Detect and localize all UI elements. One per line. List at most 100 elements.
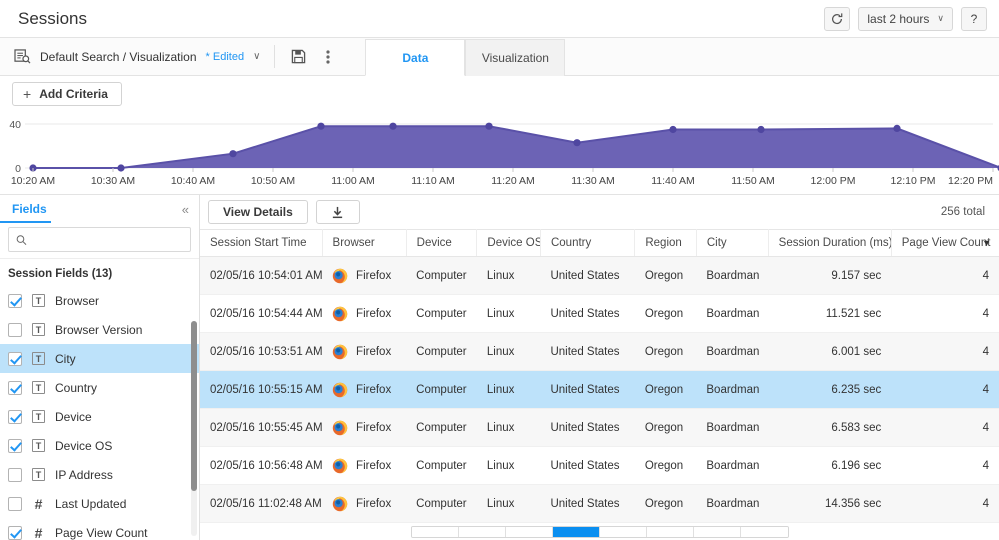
x-axis-tick-label: 10:50 AM: [251, 175, 295, 187]
field-row[interactable]: # Page View Count: [0, 518, 199, 540]
field-row[interactable]: T Country: [0, 373, 199, 402]
column-header[interactable]: Session Start Time: [200, 229, 323, 257]
table-row[interactable]: 02/05/16 10:54:44 AM Firefox Computer Linux…: [200, 294, 999, 333]
collapse-left-icon[interactable]: «: [182, 203, 189, 216]
table-row[interactable]: 02/05/16 10:55:15 AM Firefox Computer Linux…: [200, 370, 999, 409]
cell-city: Boardman: [696, 370, 769, 409]
more-options-button[interactable]: [315, 44, 341, 70]
chevron-down-icon[interactable]: ∨: [253, 51, 260, 62]
download-icon: [333, 206, 343, 218]
tab-data[interactable]: Data: [365, 39, 466, 76]
cell-region: Oregon: [634, 256, 697, 295]
refresh-button[interactable]: [824, 6, 851, 31]
browser-label: Firefox: [356, 383, 392, 396]
help-button[interactable]: ?: [961, 6, 987, 31]
field-row[interactable]: T Device: [0, 402, 199, 431]
field-checkbox[interactable]: [8, 409, 22, 424]
chart-data-point: [757, 125, 765, 134]
field-row[interactable]: T Browser: [0, 286, 199, 315]
field-row[interactable]: T IP Address: [0, 460, 199, 489]
field-checkbox[interactable]: [8, 351, 22, 366]
view-tabs: Data Visualization: [365, 38, 566, 76]
column-header[interactable]: Browser: [322, 229, 407, 257]
pagination-cell[interactable]: [740, 527, 788, 537]
x-axis-tick-label: 11:30 AM: [571, 175, 615, 187]
sessions-timeline-chart[interactable]: 0 40 10:20 AM 10:30 AM 10:40 AM 10:50 AM 11:00…: [0, 112, 999, 194]
cell-start: 02/05/16 10:55:45 AM: [200, 408, 323, 447]
criteria-bar: + Add Criteria: [0, 76, 999, 112]
field-checkbox[interactable]: [8, 293, 22, 308]
field-row[interactable]: T City: [0, 344, 199, 373]
save-icon: [291, 49, 306, 64]
x-axis-tick-label: 11:20 AM: [491, 175, 535, 187]
field-row[interactable]: # Last Updated: [0, 489, 199, 518]
cell-device: Computer: [406, 446, 477, 485]
add-criteria-label: Add Criteria: [39, 87, 108, 101]
table-row[interactable]: 02/05/16 10:53:51 AM Firefox Computer Linux…: [200, 332, 999, 371]
cell-os: Linux: [476, 256, 541, 295]
total-count: 256 total: [940, 206, 985, 218]
time-range-label: last 2 hours: [867, 11, 930, 26]
cell-views: 4: [891, 370, 999, 409]
browser-label: Firefox: [356, 269, 392, 282]
tab-visualization[interactable]: Visualization: [465, 39, 566, 76]
pagination-cell[interactable]: [505, 527, 553, 537]
pagination-bar[interactable]: [410, 526, 789, 538]
save-button[interactable]: [285, 44, 311, 70]
field-checkbox[interactable]: [8, 438, 22, 453]
field-row[interactable]: T Device OS: [0, 431, 199, 460]
firefox-icon: [332, 344, 348, 359]
cell-country: United States: [540, 484, 635, 523]
cell-country: United States: [540, 370, 635, 409]
column-header[interactable]: Country: [540, 229, 636, 257]
column-header-label: Browser: [332, 237, 375, 249]
x-axis-tick-label: 10:20 AM: [11, 175, 55, 187]
field-checkbox[interactable]: [8, 380, 22, 395]
cell-browser: Firefox: [322, 446, 407, 485]
column-header[interactable]: Region: [634, 229, 697, 257]
pagination-cell[interactable]: [552, 527, 600, 537]
column-header[interactable]: Page View Count ▼: [891, 229, 999, 257]
table-row[interactable]: 02/05/16 11:02:48 AM Firefox Computer Linux…: [200, 484, 999, 523]
column-header[interactable]: Session Duration (ms): [768, 229, 892, 257]
sidebar-scrollbar-thumb[interactable]: [191, 321, 197, 491]
view-details-button[interactable]: View Details: [208, 200, 308, 224]
field-checkbox[interactable]: [8, 496, 22, 511]
download-button[interactable]: [315, 200, 360, 224]
table-row[interactable]: 02/05/16 10:56:48 AM Firefox Computer Linux…: [200, 446, 999, 485]
pagination-cell[interactable]: [458, 527, 506, 537]
cell-device: Computer: [406, 256, 477, 295]
add-criteria-button[interactable]: + Add Criteria: [12, 82, 122, 106]
cell-city: Boardman: [696, 256, 769, 295]
search-input[interactable]: [32, 232, 183, 247]
pagination-cell[interactable]: [693, 527, 741, 537]
cell-device: Computer: [406, 294, 477, 333]
chart-data-point: [573, 139, 581, 147]
x-axis-tick-label: 12:20 PM: [948, 175, 993, 187]
y-axis-tick-label: 0: [15, 163, 21, 175]
pagination-cell[interactable]: [646, 527, 694, 537]
browser-label: Firefox: [356, 421, 392, 434]
time-range-selector[interactable]: last 2 hours ∨: [858, 6, 953, 31]
table-row[interactable]: 02/05/16 10:54:01 AM Firefox Computer Linux…: [200, 256, 999, 295]
field-checkbox[interactable]: [8, 322, 22, 337]
text-type-icon: T: [32, 410, 45, 423]
pagination-cell[interactable]: [599, 527, 647, 537]
firefox-icon: [332, 268, 348, 283]
field-checkbox[interactable]: [8, 467, 22, 482]
fields-header: Fields «: [0, 195, 199, 223]
cell-country: United States: [540, 408, 635, 447]
column-header[interactable]: Device: [406, 229, 478, 257]
column-header-label: Device OS: [487, 237, 541, 249]
cell-region: Oregon: [634, 332, 697, 371]
saved-search-info[interactable]: Default Search / Visualization * Edited …: [0, 38, 274, 75]
field-row[interactable]: T Browser Version: [0, 315, 199, 344]
field-checkbox[interactable]: [8, 525, 22, 540]
text-type-icon: T: [32, 323, 45, 336]
cell-os: Linux: [476, 294, 541, 333]
pagination-cell[interactable]: [411, 527, 459, 537]
table-row[interactable]: 02/05/16 10:55:45 AM Firefox Computer Linux…: [200, 408, 999, 447]
fields-search-field[interactable]: [8, 227, 191, 252]
column-header[interactable]: Device OS: [476, 229, 541, 257]
column-header[interactable]: City: [696, 229, 769, 257]
